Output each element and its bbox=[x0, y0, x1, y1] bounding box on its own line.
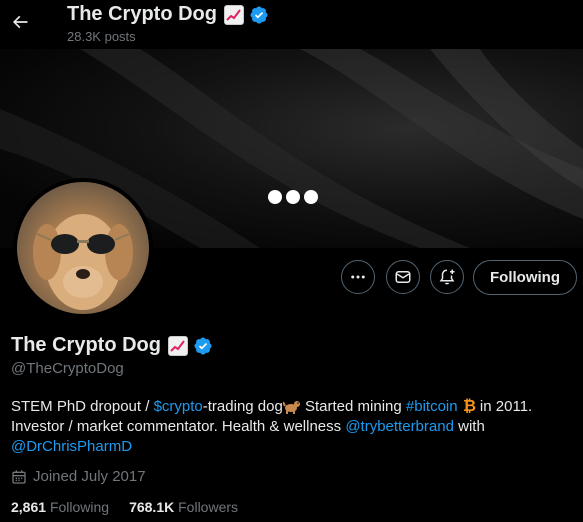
arrow-left-icon bbox=[12, 15, 28, 29]
joined-text: Joined July 2017 bbox=[33, 468, 146, 485]
dog-icon bbox=[282, 401, 300, 414]
bio-text: STEM PhD dropout / bbox=[11, 398, 154, 415]
bell-plus-icon bbox=[439, 269, 455, 285]
message-button[interactable] bbox=[386, 260, 420, 294]
mention-link[interactable]: @DrChrisPharmD bbox=[11, 438, 132, 455]
dog-with-sunglasses-image bbox=[33, 214, 133, 310]
calendar-icon bbox=[12, 469, 26, 484]
hashtag-link[interactable]: #bitcoin bbox=[406, 398, 458, 415]
following-button[interactable]: Following bbox=[473, 260, 577, 295]
bio: STEM PhD dropout / $crypto-trading dog S… bbox=[11, 396, 571, 457]
loading-dot bbox=[286, 190, 300, 204]
header-title-text: The Crypto Dog bbox=[67, 3, 217, 25]
followers-stat[interactable]: 768.1K Followers bbox=[129, 499, 238, 515]
avatar[interactable] bbox=[13, 178, 153, 318]
back-button[interactable] bbox=[8, 4, 32, 40]
verified-badge-icon[interactable] bbox=[193, 336, 213, 356]
following-count: 2,861 bbox=[11, 499, 47, 515]
header-title: The Crypto Dog bbox=[67, 3, 269, 26]
chart-increasing-icon bbox=[224, 4, 244, 25]
bio-text: with bbox=[453, 418, 485, 435]
following-label: Following bbox=[49, 499, 110, 515]
more-button[interactable] bbox=[341, 260, 375, 294]
handle: @TheCryptoDog bbox=[11, 360, 124, 377]
loading-dots bbox=[268, 190, 318, 204]
more-icon bbox=[351, 275, 365, 279]
notify-button[interactable] bbox=[430, 260, 464, 294]
follow-stats: 2,861 Following 768.1K Followers bbox=[11, 499, 238, 515]
verified-badge-icon bbox=[250, 5, 268, 24]
mention-link[interactable]: @trybetterbrand bbox=[345, 418, 454, 435]
bio-text: Started mining bbox=[300, 398, 406, 415]
envelope-icon bbox=[395, 271, 411, 283]
display-name-text: The Crypto Dog bbox=[11, 334, 161, 356]
joined-date: Joined July 2017 bbox=[11, 468, 146, 485]
bitcoin-icon: ₿ bbox=[463, 396, 476, 414]
following-stat[interactable]: 2,861 Following bbox=[11, 499, 109, 515]
posts-count: 28.3K posts bbox=[67, 29, 136, 44]
profile-header: The Crypto Dog 28.3K posts bbox=[0, 0, 583, 49]
chart-increasing-icon bbox=[168, 335, 188, 356]
cashtag-link[interactable]: $crypto bbox=[154, 398, 203, 415]
loading-dot bbox=[268, 190, 282, 204]
loading-dot bbox=[304, 190, 318, 204]
followers-count: 768.1K bbox=[129, 499, 175, 515]
display-name: The Crypto Dog bbox=[11, 334, 213, 357]
bio-text: -trading dog bbox=[202, 398, 283, 415]
followers-label: Followers bbox=[178, 499, 239, 515]
svg-text:₿: ₿ bbox=[463, 396, 476, 414]
